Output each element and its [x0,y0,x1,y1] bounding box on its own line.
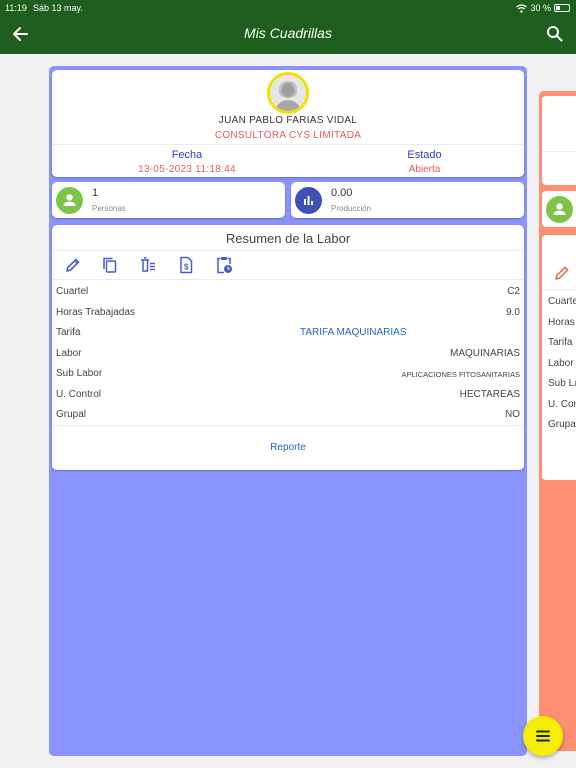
chart-icon-circle [295,187,322,214]
clipboard-time-button[interactable] [214,255,234,275]
row-label: Grupal [56,409,87,420]
people-label: Personas [92,204,126,213]
row-value: MAQUINARIAS [449,347,520,359]
copy-icon [103,257,117,273]
row-grupal: Grupal NO [56,407,520,423]
delete-list-button[interactable] [138,255,158,275]
person-icon-circle [546,196,573,223]
next-crew-card[interactable]: Cuarte Horas T Tarifa Labor Sub La U. Co… [539,91,576,751]
worker-name: JUAN PABLO FARIAS VIDAL [218,115,358,126]
divider [52,279,524,280]
user-avatar-icon [270,75,306,111]
next-card-people-stat [542,191,576,227]
row-label: U. Control [56,388,102,400]
status-right: 30 % [516,3,570,13]
row-labor: Labor MAQUINARIAS [56,346,520,362]
status-bar: 11:19 Sáb 13 may. 30 % [0,0,576,16]
next-card-profile [542,96,576,185]
pencil-icon [66,258,80,272]
edit-button[interactable] [63,255,83,275]
row-sublabor: Sub Labor APLICACIONES FITOSANITARIAS [56,366,520,382]
peek-row-label: Horas T [548,316,576,328]
person-icon-circle [56,187,83,214]
row-label: Labor [56,347,82,359]
battery-icon [554,4,570,12]
date-value: 13-05-2023 11:18:44 [138,164,236,175]
page-title: Mis Cuadrillas [244,25,332,41]
wifi-icon [516,3,528,13]
row-value: 9.0 [506,306,520,318]
tariff-link[interactable]: TARIFA MAQUINARIAS [300,327,407,338]
peek-row-label: Tarifa [548,337,573,348]
company-name: CONSULTORA CYS LIMITADA [214,130,362,141]
app-bar: 11:19 Sáb 13 may. 30 % Mis Cuadrillas [0,0,576,54]
production-value: 0.00 [331,187,353,199]
row-value: NO [505,409,520,420]
date-label: Fecha [171,149,203,161]
row-label: Horas Trabajadas [56,306,135,318]
people-count: 1 [92,187,99,199]
crew-card[interactable]: JUAN PABLO FARIAS VIDAL CONSULTORA CYS L… [49,66,527,756]
row-ucontrol: U. Control HECTAREAS [56,387,520,403]
copy-button[interactable] [100,255,120,275]
menu-icon [536,730,550,742]
peek-row-label: Labor [548,357,574,369]
peek-row-label: Cuarte [548,296,576,307]
status-date: Sáb 13 may. [33,3,83,13]
divider [52,250,524,251]
document-dollar-icon: $ [180,256,193,274]
row-label: Cuartel [56,286,89,297]
pencil-icon [555,266,569,280]
row-label: Sub Labor [56,368,103,379]
divider [542,289,576,290]
people-stat[interactable]: 1 Personas [52,182,285,218]
production-stat[interactable]: 0.00 Producción [291,182,524,218]
person-icon [553,203,566,215]
row-label: Tarifa [56,327,81,338]
status-value: Abierta [408,164,441,175]
search-icon [547,26,563,42]
row-tarifa: Tarifa TARIFA MAQUINARIAS [56,325,520,341]
next-card-summary: Cuarte Horas T Tarifa Labor Sub La U. Co… [542,235,576,480]
row-horas: Horas Trabajadas 9.0 [56,305,520,321]
divider [542,151,576,152]
status-label: Estado [407,149,442,161]
row-value: C2 [507,286,520,297]
divider [52,425,524,426]
person-icon [63,194,76,206]
tariff-document-button[interactable]: $ [176,255,196,275]
row-value: APLICACIONES FITOSANITARIAS [401,370,521,379]
menu-fab[interactable] [523,716,563,756]
row-cuartel: Cuartel C2 [56,284,520,300]
peek-row-label: U. Con [548,398,576,410]
avatar [267,72,309,114]
peek-row-label: Sub La [548,378,576,389]
production-label: Producción [331,204,372,213]
peek-row-label: Grupal [548,419,576,430]
edit-button[interactable] [552,263,572,288]
labor-summary: Resumen de la Labor $ Cuartel C2 Horas T… [52,225,524,470]
worker-profile: JUAN PABLO FARIAS VIDAL CONSULTORA CYS L… [52,70,524,177]
bar-chart-icon [304,196,313,205]
battery-percent: 30 % [530,3,551,13]
row-value: HECTAREAS [459,388,520,400]
delete-list-icon [141,257,155,272]
status-time: 11:19 [5,3,27,13]
svg-text:$: $ [184,263,189,272]
search-button[interactable] [544,24,566,44]
divider [52,144,524,145]
clipboard-clock-icon [217,257,232,274]
summary-title: Resumen de la Labor [225,231,351,246]
report-link[interactable]: Reporte [52,442,524,453]
